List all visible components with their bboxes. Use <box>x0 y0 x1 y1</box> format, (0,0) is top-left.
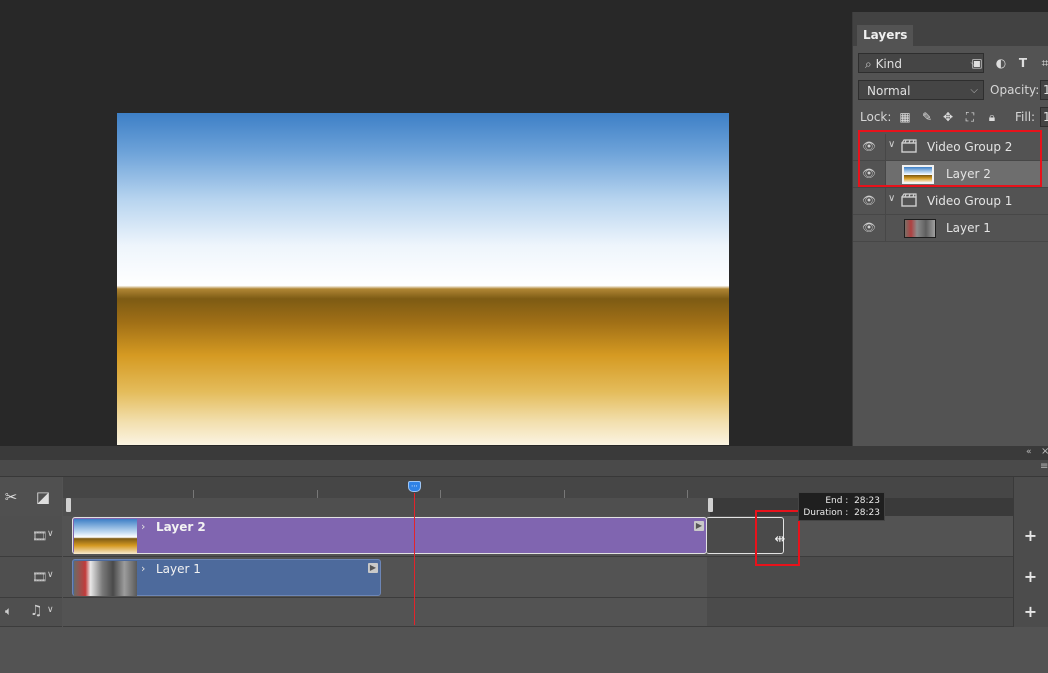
add-media-button-video-group-1[interactable]: + <box>1013 567 1048 586</box>
clip-layer-2[interactable]: › Layer 2 ▶ <box>72 517 707 554</box>
document-canvas[interactable] <box>117 113 729 445</box>
chevron-down-icon[interactable]: ∨ <box>47 570 54 580</box>
eye-icon[interactable]: 👁︎ <box>861 140 877 154</box>
past-end-region <box>707 557 1013 597</box>
layer-name: Layer 1 <box>946 221 991 235</box>
playhead-handle[interactable]: ⋯ <box>408 481 421 492</box>
opacity-field[interactable]: 1 <box>1040 80 1048 100</box>
tooltip-end-value: 28:23 <box>854 496 880 506</box>
track-header-video-group-1: 🎞︎ ∨ <box>0 557 62 598</box>
work-area-range <box>63 498 710 516</box>
clip-options-icon[interactable]: ▶ <box>368 563 378 573</box>
eye-icon[interactable]: 👁︎ <box>861 194 877 208</box>
clip-layer-1[interactable]: › Layer 1 ▶ <box>72 559 381 596</box>
lock-artboard-icon[interactable]: ⛶ <box>962 108 978 126</box>
lock-position-icon[interactable]: ✥ <box>940 108 956 126</box>
timeline-tools: ✂ ◪ <box>0 477 62 517</box>
clip-label: Layer 2 <box>156 520 206 534</box>
film-strip-icon[interactable]: 🎞︎ <box>32 570 47 584</box>
adjustment-filter-icon[interactable]: ◐ <box>993 54 1009 72</box>
chevron-right-icon[interactable]: › <box>141 562 145 575</box>
video-group-icon <box>901 193 917 207</box>
work-area-end-handle[interactable] <box>708 498 713 512</box>
clip-options-icon[interactable]: ▶ <box>694 521 704 531</box>
chevron-down-icon[interactable]: ∨ <box>47 529 54 539</box>
timeline-topbar: « × <box>0 446 1048 460</box>
past-end-region <box>707 598 1013 626</box>
panel-menu-icon[interactable]: ≡ <box>1040 461 1048 472</box>
type-filter-icon[interactable]: T <box>1015 54 1031 72</box>
layer-row-layer-1[interactable]: 👁︎ Layer 1 <box>853 215 1048 242</box>
kind-filter-select[interactable]: ⌕ Kind ⌵ <box>858 53 984 73</box>
add-audio-button[interactable]: + <box>1013 602 1048 621</box>
layer-row-video-group-1[interactable]: 👁︎ ∨ Video Group 1 <box>853 188 1048 215</box>
layers-panel: Layers ⌕ Kind ⌵ ▣ ◐ T ⌗ Normal ⌵ Opacity… <box>852 12 1048 446</box>
pixel-filter-icon[interactable]: ▣ <box>969 54 985 72</box>
transition-icon[interactable]: ◪ <box>34 488 52 506</box>
collapse-icon[interactable]: « <box>1026 447 1032 457</box>
fill-field[interactable]: 1 <box>1040 107 1048 127</box>
chevron-down-icon[interactable]: ∨ <box>888 193 895 204</box>
lock-all-icon[interactable]: 🔒︎ <box>984 108 1000 126</box>
track-lane-audio[interactable] <box>63 598 1013 627</box>
lock-transparent-icon[interactable]: ▦ <box>897 108 913 126</box>
tab-layers[interactable]: Layers <box>857 25 914 46</box>
playhead-line <box>414 493 415 625</box>
layer-name: Layer 2 <box>946 167 991 181</box>
scissors-icon[interactable]: ✂ <box>2 488 20 506</box>
clip-thumbnail <box>74 561 137 596</box>
film-strip-icon[interactable]: 🎞︎ <box>32 529 47 543</box>
tooltip-end-row: End : 28:23 <box>799 495 880 507</box>
clip-thumbnail <box>74 519 137 554</box>
trim-tooltip: End : 28:23 Duration : 28:23 <box>798 492 885 521</box>
layer-thumbnail <box>904 219 936 238</box>
track-header-audio: 🔈︎ ♫ ∨ <box>0 598 62 627</box>
layer-name: Video Group 2 <box>927 140 1013 154</box>
chevron-down-icon[interactable]: ∨ <box>888 139 895 150</box>
tooltip-duration-row: Duration : 28:23 <box>799 507 880 519</box>
blend-mode-select[interactable]: Normal ⌵ <box>858 80 984 100</box>
layers-panel-tabbar: Layers <box>853 12 1048 46</box>
trim-cursor-icon: ⇹ <box>774 532 786 547</box>
clip-label: Layer 1 <box>156 562 201 576</box>
opacity-label: Opacity: <box>990 83 1040 97</box>
layer-row-layer-2[interactable]: 👁︎ Layer 2 <box>853 161 1048 188</box>
music-note-icon[interactable]: ♫ <box>30 603 43 619</box>
work-area-start-handle[interactable] <box>66 498 71 512</box>
layer-name: Video Group 1 <box>927 194 1013 208</box>
chevron-down-icon: ⌵ <box>970 85 978 96</box>
search-icon: ⌕ <box>865 57 872 71</box>
close-icon[interactable]: × <box>1041 446 1048 457</box>
tooltip-duration-label: Duration : <box>803 508 849 518</box>
timeline-header: ≡ <box>0 460 1048 477</box>
fill-label: Fill: <box>1015 110 1036 124</box>
add-media-button-video-group-2[interactable]: + <box>1013 526 1048 545</box>
speaker-icon[interactable]: 🔈︎ <box>5 604 12 619</box>
tooltip-duration-value: 28:23 <box>854 508 880 518</box>
chevron-right-icon[interactable]: › <box>141 520 145 533</box>
blend-mode-value: Normal <box>867 84 911 98</box>
track-header-video-group-2: 🎞︎ ∨ <box>0 516 62 557</box>
eye-icon[interactable]: 👁︎ <box>861 167 877 181</box>
layer-row-video-group-2[interactable]: 👁︎ ∨ Video Group 2 <box>853 134 1048 161</box>
eye-icon[interactable]: 👁︎ <box>861 221 877 235</box>
kind-filter-value: Kind <box>875 57 902 71</box>
shape-filter-icon[interactable]: ⌗ <box>1037 54 1048 72</box>
lock-image-brush-icon[interactable]: ✎ <box>919 108 935 126</box>
lock-label: Lock: <box>860 110 892 124</box>
layer-thumbnail <box>902 165 934 184</box>
chevron-down-icon[interactable]: ∨ <box>47 605 54 615</box>
tooltip-end-label: End : <box>825 496 849 506</box>
video-group-icon <box>901 139 917 153</box>
